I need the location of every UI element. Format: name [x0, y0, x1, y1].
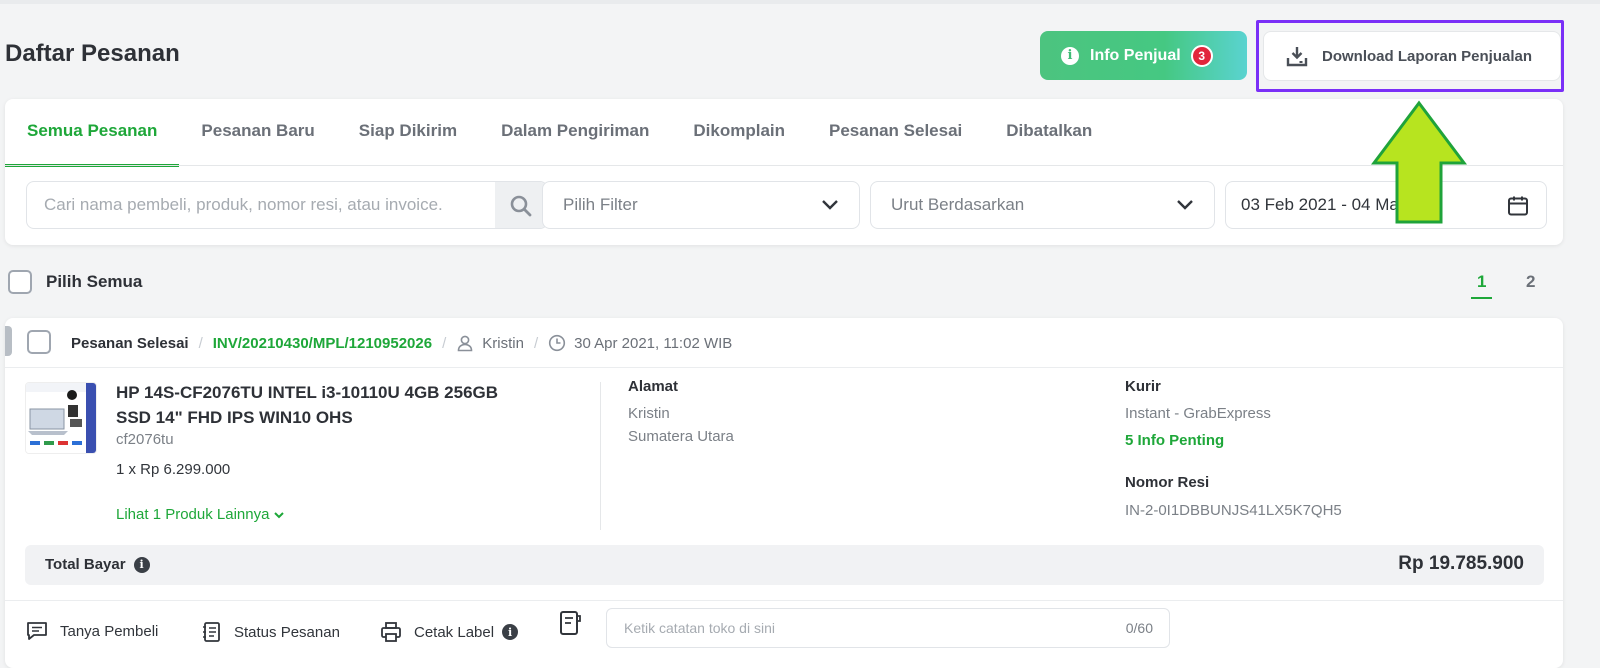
tab-pesanan-selesai[interactable]: Pesanan Selesai — [807, 99, 984, 165]
courier-service: Instant - GrabExpress — [1125, 405, 1271, 422]
order-status: Pesanan Selesai — [71, 334, 189, 352]
order-datetime: 30 Apr 2021, 11:02 WIB — [574, 334, 733, 352]
tab-semua-pesanan[interactable]: Semua Pesanan — [5, 99, 180, 167]
page-title: Daftar Pesanan — [5, 40, 180, 67]
info-penjual-label: Info Penjual — [1090, 46, 1181, 64]
ask-buyer-label: Tanya Pembeli — [60, 622, 159, 640]
note-icon — [560, 611, 581, 635]
top-shadow — [0, 0, 1600, 4]
store-note-input[interactable] — [622, 619, 1096, 637]
page-2[interactable]: 2 — [1526, 272, 1535, 292]
total-label: Total Bayar — [45, 556, 126, 573]
order-status-label: Status Pesanan — [234, 623, 340, 641]
select-all[interactable]: Pilih Semua — [8, 270, 142, 294]
laptop-product-image — [26, 383, 96, 453]
calendar-icon — [1508, 196, 1528, 216]
tab-dalam-pengiriman[interactable]: Dalam Pengiriman — [479, 99, 671, 165]
select-all-label: Pilih Semua — [46, 272, 143, 291]
tab-siap-dikirim[interactable]: Siap Dikirim — [337, 99, 479, 165]
see-more-products-link[interactable]: Lihat 1 Produk Lainnya — [116, 506, 285, 523]
info-icon: i — [1061, 46, 1079, 65]
filter-select[interactable]: Pilih Filter — [542, 181, 860, 229]
resi-number: IN-2-0I1DBBUNJS41LX5K7QH5 — [1125, 502, 1342, 519]
footer-divider — [5, 600, 1563, 601]
column-divider — [600, 382, 601, 530]
print-label-text: Cetak Label — [414, 623, 495, 641]
tab-pesanan-baru[interactable]: Pesanan Baru — [179, 99, 336, 165]
print-label-button[interactable]: Cetak Label i — [380, 621, 519, 643]
user-icon — [457, 335, 473, 352]
tab-dibatalkan[interactable]: Dibatalkan — [984, 99, 1114, 165]
chevron-down-icon — [274, 511, 285, 518]
search-input[interactable] — [42, 194, 486, 216]
total-bar: Total Bayar i Rp 19.785.900 — [25, 545, 1544, 585]
notification-badge: 3 — [1190, 44, 1213, 67]
printer-icon — [381, 622, 401, 642]
tab-dikomplain[interactable]: Dikomplain — [671, 99, 807, 165]
chevron-down-icon — [1177, 200, 1193, 210]
chevron-down-icon — [822, 200, 838, 210]
order-checkbox[interactable] — [27, 330, 51, 354]
info-penjual-button[interactable]: i Info Penjual 3 — [1040, 31, 1247, 80]
status-tabs: Semua Pesanan Pesanan Baru Siap Dikirim … — [5, 99, 1114, 167]
important-info-link[interactable]: 5 Info Penting — [1125, 432, 1224, 449]
ask-buyer-button[interactable]: Tanya Pembeli — [26, 621, 158, 641]
document-icon — [203, 622, 220, 642]
separator: / — [198, 334, 203, 352]
search-button[interactable] — [495, 182, 547, 228]
highlight-box — [1256, 20, 1564, 92]
courier-label: Kurir — [1125, 378, 1161, 395]
order-header: Pesanan Selesai / INV/20210430/MPL/12109… — [5, 318, 1563, 368]
separator: / — [533, 334, 539, 352]
total-value: Rp 19.785.900 — [1398, 553, 1524, 574]
clock-icon — [549, 334, 566, 352]
sort-select-label: Urut Berdasarkan — [891, 195, 1025, 214]
address-label: Alamat — [628, 378, 679, 395]
page-1[interactable]: 1 — [1470, 272, 1494, 299]
resi-label: Nomor Resi — [1125, 474, 1210, 491]
orders-filter-card: Semua Pesanan Pesanan Baru Siap Dikirim … — [5, 99, 1563, 245]
total-label-wrap: Total Bayar i — [45, 556, 150, 573]
separator: / — [442, 334, 447, 352]
info-icon[interactable]: i — [502, 624, 519, 640]
buyer-name: Kristin — [482, 334, 524, 352]
search-icon — [510, 195, 532, 217]
select-all-checkbox[interactable] — [8, 270, 32, 294]
address-name: Kristin — [628, 405, 670, 422]
product-name[interactable]: HP 14S-CF2076TU INTEL i3-10110U 4GB 256G… — [116, 380, 536, 430]
address-region: Sumatera Utara — [628, 428, 734, 445]
note-char-count: 0/60 — [1125, 620, 1153, 636]
order-card: Pesanan Selesai / INV/20210430/MPL/12109… — [5, 318, 1563, 668]
info-icon[interactable]: i — [133, 556, 150, 573]
tabs-divider — [5, 165, 1563, 166]
invoice-link[interactable]: INV/20210430/MPL/1210952026 — [213, 335, 432, 352]
see-more-label: Lihat 1 Produk Lainnya — [116, 506, 270, 523]
chat-icon — [27, 622, 47, 640]
filter-select-label: Pilih Filter — [563, 195, 638, 214]
product-qty-price: 1 x Rp 6.299.000 — [116, 461, 231, 478]
order-status-button[interactable]: Status Pesanan — [202, 621, 340, 643]
search-box — [26, 181, 548, 229]
sort-select[interactable]: Urut Berdasarkan — [870, 181, 1215, 229]
up-arrow-annotation — [1371, 100, 1467, 224]
product-sku: cf2076tu — [116, 431, 174, 448]
product-thumbnail[interactable] — [25, 382, 97, 454]
store-note-box: 0/60 — [606, 608, 1170, 648]
